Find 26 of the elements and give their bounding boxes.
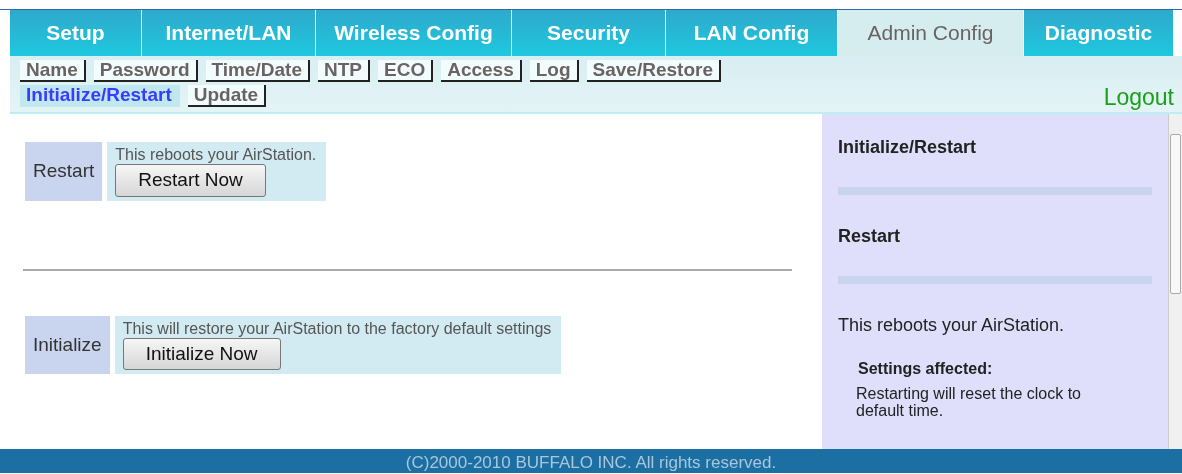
sub-tab[interactable]: Time/Date [205, 60, 310, 82]
sub-tab[interactable]: Save/Restore [586, 60, 721, 82]
scrollbar-thumb[interactable] [1170, 134, 1181, 294]
action-button[interactable]: Restart Now [115, 164, 266, 197]
section-description: This will restore your AirStation to the factory default settings [122, 319, 552, 338]
sub-tab[interactable]: Name [20, 60, 86, 82]
sub-tab[interactable]: NTP [318, 60, 370, 82]
help-title: Initialize/Restart [838, 136, 978, 159]
help-section-title: Restart [838, 225, 902, 248]
section-description: This reboots your AirStation. [115, 146, 317, 164]
section-label: Initialize [25, 315, 110, 374]
sub-tab[interactable]: ECO [378, 60, 434, 82]
section-label: Restart [25, 142, 103, 201]
footer-copyright: (C)2000-2010 BUFFALO INC. All rights reserved. [0, 449, 1182, 473]
sub-tab[interactable]: Log [529, 60, 579, 82]
scrollbar[interactable] [1168, 114, 1182, 449]
note-title: Settings affected: [858, 359, 994, 379]
logout-link[interactable]: Logout [1103, 85, 1174, 109]
help-text: This reboots your AirStation. [838, 314, 1066, 337]
main-tab[interactable]: Admin Config [838, 10, 1024, 56]
sub-tab[interactable]: Update [187, 85, 267, 107]
note-text: Restarting will reset the clock to default time. [856, 385, 1082, 419]
sub-tab[interactable]: Password [93, 60, 198, 82]
action-button[interactable]: Initialize Now [122, 337, 281, 370]
sub-tab[interactable]: Access [441, 60, 522, 82]
sub-tab[interactable]: Initialize/Restart [20, 85, 180, 107]
